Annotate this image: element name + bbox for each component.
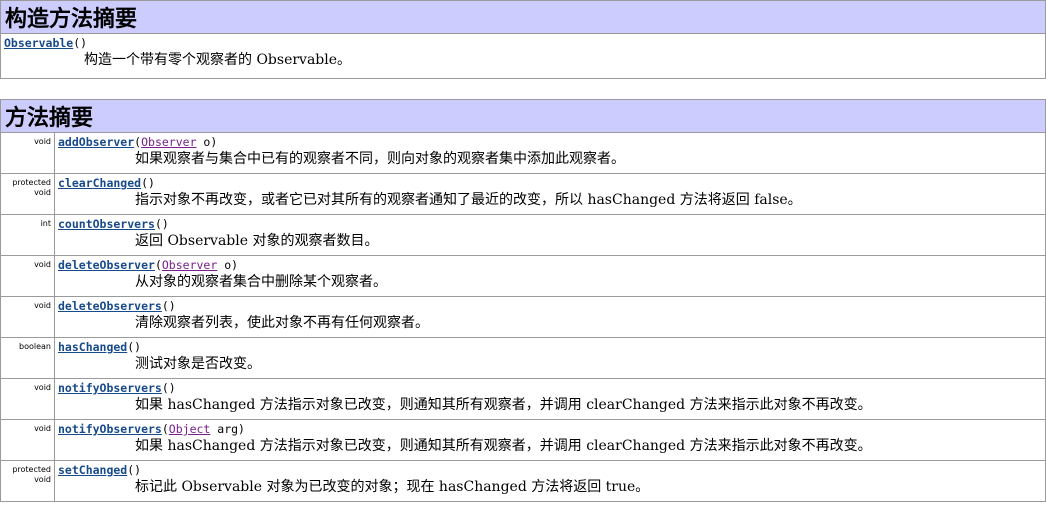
method-row: void notifyObservers() 如果 hasChanged 方法指示对…: [0, 378, 1046, 420]
method-link[interactable]: countObservers: [58, 217, 155, 231]
constructor-row: Observable() 构造一个带有零个观察者的 Observable。: [0, 33, 1046, 79]
method-modifier: boolean: [0, 337, 55, 379]
method-description: 从对象的观察者集合中删除某个观察者。: [135, 274, 387, 290]
method-link[interactable]: notifyObservers: [58, 381, 162, 395]
method-signature: notifyObservers(Object arg): [58, 422, 1045, 437]
method-row: void deleteObservers() 清除观察者列表，使此对象不再有任何观察…: [0, 296, 1046, 338]
method-params-open: (): [141, 176, 155, 190]
method-params-rest: arg): [210, 422, 245, 436]
modifier-word: void: [34, 137, 51, 146]
method-detail: notifyObservers(Object arg) 如果 hasChanged…: [54, 419, 1046, 461]
method-row: void notifyObservers(Object arg) 如果 hasCha…: [0, 419, 1046, 461]
modifier-word: void: [34, 188, 51, 197]
modifier-word: void: [34, 260, 51, 269]
method-signature: clearChanged(): [58, 176, 1045, 191]
method-modifier: protected void: [0, 173, 55, 215]
method-modifier: void: [0, 378, 55, 420]
method-params-open: (): [127, 340, 142, 354]
method-signature: deleteObserver(Observer o): [58, 258, 1045, 273]
method-description: 测试对象是否改变。: [135, 356, 261, 372]
method-detail: hasChanged() 测试对象是否改变。: [54, 337, 1046, 379]
method-rows: void addObserver(Observer o) 如果观察者与集合中已有的观…: [0, 132, 1046, 502]
method-signature: setChanged(): [58, 463, 1045, 478]
method-row: protected void setChanged() 标记此 Observable …: [0, 460, 1046, 502]
method-description: 如果 hasChanged 方法指示对象已改变，则通知其所有观察者，并调用 cl…: [135, 438, 872, 454]
method-params-open: (: [154, 258, 162, 272]
modifier-word: boolean: [19, 342, 51, 351]
method-row: boolean hasChanged() 测试对象是否改变。: [0, 337, 1046, 379]
method-params-open: (): [127, 463, 142, 477]
method-link[interactable]: deleteObservers: [58, 299, 162, 313]
method-params-rest: o): [196, 135, 218, 149]
method-detail: clearChanged() 指示对象不再改变，或者它已对其所有的观察者通知了最近…: [54, 173, 1046, 215]
modifier-word: protected: [12, 465, 51, 474]
modifier-word: void: [34, 424, 51, 433]
method-params-open: (): [154, 217, 169, 231]
method-summary-table: 方法摘要 void addObserver(Observer o) 如果观察者与集合…: [0, 99, 1046, 502]
method-link[interactable]: deleteObserver: [58, 258, 155, 272]
method-modifier: void: [0, 132, 55, 174]
method-description: 清除观察者列表，使此对象不再有任何观察者。: [135, 315, 429, 331]
method-row: void addObserver(Observer o) 如果观察者与集合中已有的观…: [0, 132, 1046, 174]
method-link[interactable]: hasChanged: [58, 340, 127, 354]
method-detail: countObservers() 返回 Observable 对象的观察者数目。: [54, 214, 1046, 256]
constructor-summary-table: 构造方法摘要 Observable() 构造一个带有零个观察者的 Observa…: [0, 0, 1046, 79]
method-link[interactable]: notifyObservers: [58, 422, 162, 436]
modifier-word: void: [34, 383, 51, 392]
method-signature: addObserver(Observer o): [58, 135, 1045, 150]
modifier-word: void: [34, 475, 51, 484]
method-signature: countObservers(): [58, 217, 1045, 232]
method-modifier: int: [0, 214, 55, 256]
constructor-link[interactable]: Observable: [4, 36, 73, 50]
method-summary-title: 方法摘要: [0, 99, 1046, 133]
method-modifier: void: [0, 255, 55, 297]
param-type-link[interactable]: Observer: [141, 135, 196, 149]
method-detail: addObserver(Observer o) 如果观察者与集合中已有的观察者不同…: [54, 132, 1046, 174]
method-row: protected void clearChanged() 指示对象不再改变，或者它已…: [0, 173, 1046, 215]
method-detail: setChanged() 标记此 Observable 对象为已改变的对象；现在 …: [54, 460, 1046, 502]
constructor-summary-title: 构造方法摘要: [0, 0, 1046, 34]
method-detail: notifyObservers() 如果 hasChanged 方法指示对象已改变…: [54, 378, 1046, 420]
modifier-word: protected: [12, 178, 51, 187]
method-modifier: protected void: [0, 460, 55, 502]
method-description: 如果观察者与集合中已有的观察者不同，则向对象的观察者集中添加此观察者。: [135, 151, 625, 167]
method-description: 返回 Observable 对象的观察者数目。: [135, 233, 379, 249]
method-description: 标记此 Observable 对象为已改变的对象；现在 hasChanged 方…: [135, 479, 650, 495]
method-description: 指示对象不再改变，或者它已对其所有的观察者通知了最近的改变，所以 hasChan…: [135, 192, 802, 208]
modifier-word: int: [40, 219, 51, 228]
method-signature: hasChanged(): [58, 340, 1045, 355]
method-modifier: void: [0, 419, 55, 461]
method-detail: deleteObservers() 清除观察者列表，使此对象不再有任何观察者。: [54, 296, 1046, 338]
method-modifier: void: [0, 296, 55, 338]
method-row: void deleteObserver(Observer o) 从对象的观察者集合中…: [0, 255, 1046, 297]
method-description: 如果 hasChanged 方法指示对象已改变，则通知其所有观察者，并调用 cl…: [135, 397, 872, 413]
method-params-rest: o): [217, 258, 239, 272]
param-type-link[interactable]: Object: [169, 422, 211, 436]
method-link[interactable]: addObserver: [58, 135, 134, 149]
method-params-open: (): [161, 381, 176, 395]
modifier-word: void: [34, 301, 51, 310]
method-signature: deleteObservers(): [58, 299, 1045, 314]
method-params-open: (: [161, 422, 169, 436]
param-type-link[interactable]: Observer: [162, 258, 217, 272]
constructor-description: 构造一个带有零个观察者的 Observable。: [84, 52, 352, 68]
method-signature: notifyObservers(): [58, 381, 1045, 396]
method-detail: deleteObserver(Observer o) 从对象的观察者集合中删除某个…: [54, 255, 1046, 297]
method-link[interactable]: clearChanged: [58, 176, 141, 190]
method-params-open: (): [161, 299, 176, 313]
method-row: int countObservers() 返回 Observable 对象的观察者数…: [0, 214, 1046, 256]
constructor-params: (): [73, 36, 88, 50]
method-link[interactable]: setChanged: [58, 463, 127, 477]
